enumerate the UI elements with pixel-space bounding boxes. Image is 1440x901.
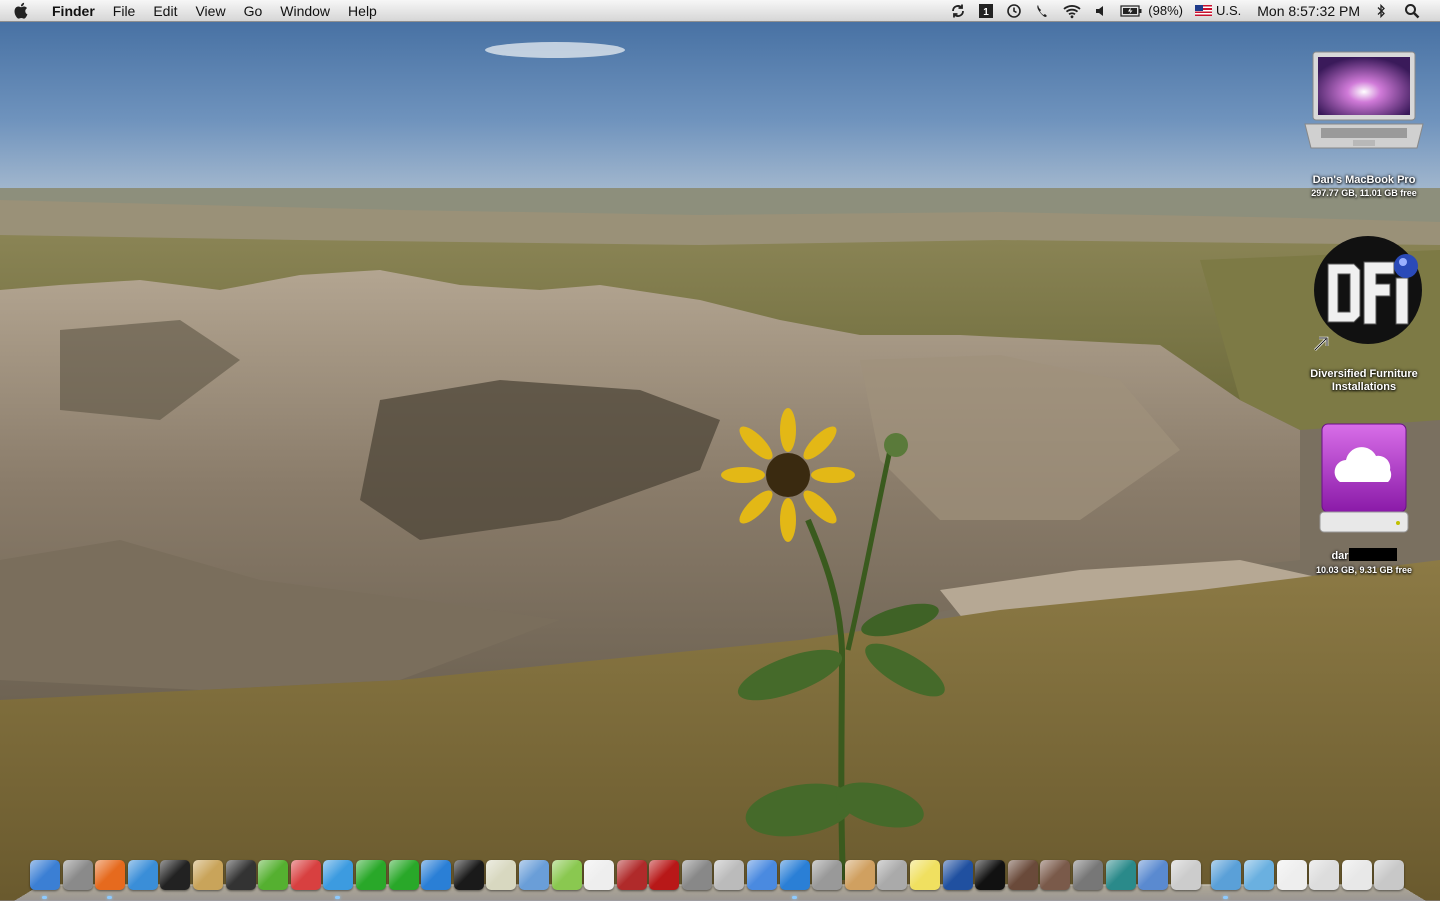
dock-item-horse-app-2-icon[interactable] bbox=[388, 860, 419, 890]
desktop-wallpaper bbox=[0, 0, 1440, 900]
menu-help[interactable]: Help bbox=[339, 0, 386, 22]
menubar-clock[interactable]: Mon 8:57:32 PM bbox=[1247, 0, 1370, 22]
dock-item-system-preferences-icon[interactable] bbox=[62, 860, 93, 890]
dock-item-chess-icon[interactable] bbox=[258, 860, 289, 890]
dock-item-archive-icon[interactable] bbox=[1073, 860, 1103, 890]
flag-icon bbox=[1194, 5, 1212, 16]
dock-item-ical-alarm-icon[interactable] bbox=[290, 860, 321, 890]
bluetooth-icon[interactable] bbox=[1370, 0, 1392, 22]
wifi-icon[interactable] bbox=[1056, 0, 1088, 22]
dock-item-downloads-icon[interactable] bbox=[1243, 860, 1274, 890]
volume-icon[interactable] bbox=[1088, 0, 1114, 22]
sync-icon[interactable] bbox=[944, 0, 972, 22]
dfi-logo-icon bbox=[1306, 234, 1422, 351]
dock-item-final-cut-icon[interactable] bbox=[453, 860, 484, 890]
dock-item-finder-icon[interactable] bbox=[30, 860, 60, 899]
dock-item-photo-booth-icon[interactable] bbox=[225, 860, 256, 890]
dock-item-ical-icon[interactable] bbox=[584, 860, 615, 890]
dock-item-time-machine-icon[interactable] bbox=[1105, 860, 1136, 890]
dock-item-imovie-icon[interactable] bbox=[747, 860, 778, 890]
battery-percent: (98%) bbox=[1148, 3, 1183, 18]
dock-item-safari-icon[interactable] bbox=[127, 860, 158, 890]
dock-item-tree-icon[interactable] bbox=[551, 860, 582, 890]
svg-text:1: 1 bbox=[984, 7, 990, 18]
dock-item-iweb-icon[interactable] bbox=[518, 860, 549, 890]
desktop-icon-label: dar bbox=[1331, 550, 1349, 562]
spaces-icon[interactable]: 1 bbox=[972, 0, 1000, 22]
time-machine-icon[interactable] bbox=[1000, 0, 1028, 22]
menu-edit[interactable]: Edit bbox=[144, 0, 186, 22]
idisk-icon bbox=[1314, 420, 1414, 544]
dock-item-quicktime-icon[interactable] bbox=[421, 860, 452, 890]
running-indicator bbox=[791, 896, 797, 899]
input-source-label: U.S. bbox=[1215, 3, 1242, 18]
dock-item-printer-icon[interactable] bbox=[714, 860, 745, 890]
dock-item-dashboard-icon[interactable] bbox=[160, 860, 191, 890]
desktop-icon-info: 297.77 GB, 11.01 GB free bbox=[1311, 188, 1417, 198]
menu-window[interactable]: Window bbox=[271, 0, 339, 22]
dock-item-disk-util-icon[interactable] bbox=[779, 860, 810, 899]
desktop-icon-idisk[interactable]: dar 10.03 GB, 9.31 GB free bbox=[1294, 420, 1434, 576]
dock-item-iphoto-icon[interactable] bbox=[1138, 860, 1169, 890]
dock-item-box-icon[interactable] bbox=[1170, 860, 1201, 890]
dock-item-google-earth-icon[interactable] bbox=[942, 860, 973, 890]
running-indicator bbox=[107, 896, 113, 899]
dock-item-activity-monitor-icon[interactable] bbox=[975, 860, 1006, 890]
dock-item-toaster-icon[interactable] bbox=[844, 860, 875, 890]
menu-view[interactable]: View bbox=[186, 0, 234, 22]
dock-item-stickies-icon[interactable] bbox=[910, 860, 941, 890]
dock-item-stack-1-icon[interactable] bbox=[1276, 860, 1307, 890]
apple-menu-icon[interactable] bbox=[0, 0, 40, 22]
dock-item-flip4mac-icon[interactable] bbox=[649, 860, 680, 890]
dock-item-textedit-icon[interactable] bbox=[486, 860, 517, 890]
laptop-icon bbox=[1301, 48, 1427, 160]
battery-icon bbox=[1120, 4, 1142, 17]
dock-item-image-capture-icon[interactable] bbox=[681, 860, 712, 890]
desktop-icon-info: 10.03 GB, 9.31 GB free bbox=[1315, 565, 1413, 575]
input-source-menu[interactable]: U.S. bbox=[1189, 0, 1247, 22]
app-menu-finder[interactable]: Finder bbox=[40, 0, 104, 22]
menu-file[interactable]: File bbox=[104, 0, 145, 22]
desktop-icon-dfi-alias[interactable]: Diversified Furniture Installations bbox=[1294, 234, 1434, 394]
redaction-bar bbox=[1348, 548, 1397, 562]
desktop-icon-macbook-pro[interactable]: Dan's MacBook Pro 297.77 GB, 11.01 GB fr… bbox=[1294, 48, 1434, 199]
dock-item-stack-3-icon[interactable] bbox=[1341, 860, 1372, 890]
dock-item-migration-icon[interactable] bbox=[812, 860, 843, 890]
phone-icon[interactable] bbox=[1028, 0, 1056, 22]
dock-item-firefox-icon[interactable] bbox=[95, 860, 126, 899]
spotlight-icon[interactable] bbox=[1392, 0, 1432, 22]
dock-item-dictionary-icon[interactable] bbox=[616, 860, 647, 890]
alias-arrow-icon bbox=[1310, 332, 1332, 354]
menu-bar: Finder File Edit View Go Window Help 1 (… bbox=[0, 0, 1440, 22]
desktop-icon-label: Dan's MacBook Pro bbox=[1312, 174, 1416, 186]
dock-item-documents-icon[interactable] bbox=[1211, 860, 1242, 899]
menu-go[interactable]: Go bbox=[235, 0, 272, 22]
dock-item-stack-2-icon[interactable] bbox=[1309, 860, 1340, 890]
running-indicator bbox=[42, 896, 47, 899]
desktop-icon-label: Diversified Furniture Installations bbox=[1310, 368, 1418, 393]
dock-item-itunes-icon[interactable] bbox=[323, 860, 354, 899]
dock-item-horse-app-icon[interactable] bbox=[355, 860, 386, 890]
dock-item-trash-icon[interactable] bbox=[1374, 860, 1405, 890]
battery-status[interactable]: (98%) bbox=[1114, 0, 1189, 22]
dock-item-person-2-icon[interactable] bbox=[1040, 860, 1071, 890]
dock bbox=[30, 856, 1407, 899]
dock-item-address-book-icon[interactable] bbox=[192, 860, 223, 890]
dock-item-network-icon[interactable] bbox=[877, 860, 908, 890]
dock-item-person-1-icon[interactable] bbox=[1007, 860, 1038, 890]
